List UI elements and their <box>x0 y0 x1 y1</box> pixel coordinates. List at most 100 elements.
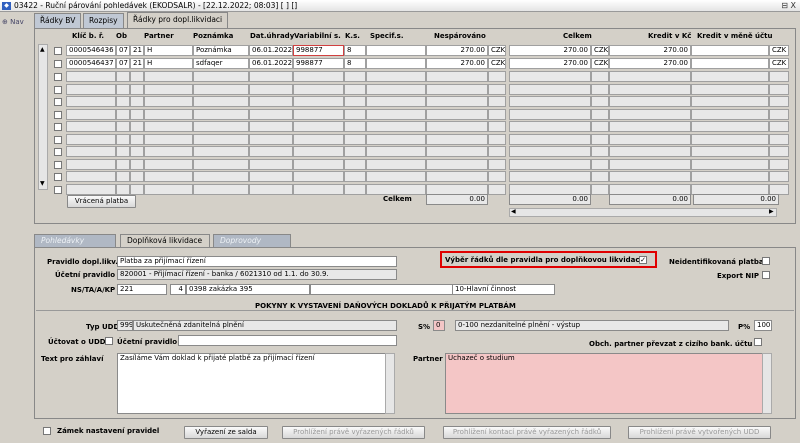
empty-cell[interactable] <box>609 121 691 132</box>
row-select-checkbox[interactable] <box>54 148 62 156</box>
empty-cell[interactable] <box>193 133 249 145</box>
empty-cell[interactable] <box>193 146 249 157</box>
empty-cell[interactable] <box>130 183 144 195</box>
empty-cell[interactable] <box>691 71 769 82</box>
cell-b[interactable]: 21 <box>130 45 144 56</box>
cell-kredit-mena[interactable] <box>691 58 769 69</box>
empty-cell[interactable] <box>591 96 609 107</box>
empty-cell[interactable] <box>193 96 249 107</box>
cell-specif[interactable] <box>366 58 426 69</box>
cell-klic[interactable]: 0000546437 <box>66 58 116 69</box>
empty-cell[interactable] <box>293 96 344 107</box>
row-select-checkbox[interactable] <box>54 85 62 94</box>
empty-cell[interactable] <box>609 83 691 95</box>
empty-cell[interactable] <box>609 96 691 107</box>
empty-cell[interactable] <box>66 171 116 182</box>
empty-cell[interactable] <box>66 108 116 120</box>
row-select-checkbox[interactable] <box>54 47 62 55</box>
empty-cell[interactable] <box>691 96 769 107</box>
empty-cell[interactable] <box>426 133 488 145</box>
empty-cell[interactable] <box>691 158 769 170</box>
empty-cell[interactable] <box>193 71 249 82</box>
empty-cell[interactable] <box>488 133 506 145</box>
empty-cell[interactable] <box>509 121 591 132</box>
empty-cell[interactable] <box>609 146 691 157</box>
cell-nesparovano[interactable]: 270.00 <box>426 58 488 69</box>
vyrazeni-ze-salda-button[interactable]: Vyřazení ze salda <box>184 426 268 439</box>
cell-kredit-mena[interactable] <box>691 45 769 56</box>
pravidlo-field[interactable]: Platba za přijímací řízení <box>117 256 397 267</box>
empty-cell[interactable] <box>509 83 591 95</box>
empty-cell[interactable] <box>609 133 691 145</box>
cell-specif[interactable] <box>366 45 426 56</box>
empty-cell[interactable] <box>144 71 193 82</box>
empty-cell[interactable] <box>509 71 591 82</box>
row-select-checkbox[interactable] <box>54 60 62 68</box>
cell-kredit[interactable]: 270.00 <box>609 58 691 69</box>
empty-cell[interactable] <box>769 133 789 145</box>
zamek-checkbox[interactable] <box>43 427 51 435</box>
row-select-checkbox[interactable] <box>54 98 62 106</box>
empty-cell[interactable] <box>366 146 426 157</box>
cell-ks[interactable]: 8 <box>344 45 366 56</box>
empty-cell[interactable] <box>488 146 506 157</box>
empty-cell[interactable] <box>130 146 144 157</box>
cell-poznamka[interactable]: sdfaqer <box>193 58 249 69</box>
empty-cell[interactable] <box>609 71 691 82</box>
empty-cell[interactable] <box>769 146 789 157</box>
empty-cell[interactable] <box>66 83 116 95</box>
cell-celkem[interactable]: 270.00 <box>509 58 591 69</box>
ta-field[interactable]: 4 <box>170 284 186 295</box>
empty-cell[interactable] <box>344 108 366 120</box>
tab-pohledavky[interactable]: Pohledávky <box>34 234 116 247</box>
empty-cell[interactable] <box>769 171 789 182</box>
cell-mena[interactable]: CZK <box>591 45 609 56</box>
empty-cell[interactable] <box>116 71 130 82</box>
empty-cell[interactable] <box>144 121 193 132</box>
tab-radky-dopl-likvidaci[interactable]: Řádky pro dopl.likvidaci <box>127 12 229 28</box>
empty-cell[interactable] <box>116 108 130 120</box>
row-select-checkbox[interactable] <box>54 185 62 194</box>
empty-cell[interactable] <box>193 83 249 95</box>
empty-cell[interactable] <box>366 183 426 195</box>
empty-cell[interactable] <box>691 183 769 195</box>
empty-cell[interactable] <box>116 171 130 182</box>
empty-cell[interactable] <box>344 146 366 157</box>
empty-cell[interactable] <box>293 83 344 95</box>
row-select-checkbox[interactable] <box>54 135 62 144</box>
empty-cell[interactable] <box>344 71 366 82</box>
a-field[interactable]: 0398 zakázka 395 <box>186 284 310 295</box>
empty-cell[interactable] <box>249 158 293 170</box>
empty-cell[interactable] <box>609 108 691 120</box>
empty-cell[interactable] <box>488 96 506 107</box>
empty-cell[interactable] <box>769 83 789 95</box>
empty-cell[interactable] <box>488 121 506 132</box>
empty-cell[interactable] <box>591 183 609 195</box>
empty-cell[interactable] <box>591 83 609 95</box>
empty-cell[interactable] <box>769 183 789 195</box>
obch-partner-checkbox[interactable] <box>754 338 762 346</box>
cell-a[interactable]: 07 <box>116 58 130 69</box>
empty-cell[interactable] <box>691 108 769 120</box>
empty-cell[interactable] <box>426 171 488 182</box>
empty-cell[interactable] <box>293 108 344 120</box>
empty-cell[interactable] <box>193 171 249 182</box>
cell-ks[interactable]: 8 <box>344 58 366 69</box>
empty-cell[interactable] <box>769 121 789 132</box>
empty-cell[interactable] <box>116 158 130 170</box>
uctovat-udd-checkbox[interactable] <box>105 337 113 345</box>
empty-cell[interactable] <box>130 133 144 145</box>
empty-cell[interactable] <box>509 146 591 157</box>
kp-field[interactable]: 10-Hlavní činnost <box>452 284 555 295</box>
empty-cell[interactable] <box>344 83 366 95</box>
vracena-platba-button[interactable]: Vrácená platba <box>67 195 136 208</box>
empty-cell[interactable] <box>144 96 193 107</box>
empty-cell[interactable] <box>426 108 488 120</box>
empty-cell[interactable] <box>366 133 426 145</box>
empty-cell[interactable] <box>293 146 344 157</box>
p-percent-field[interactable]: 100 <box>754 320 772 331</box>
cell-a[interactable]: 07 <box>116 45 130 56</box>
empty-cell[interactable] <box>249 71 293 82</box>
cell-mena[interactable]: CZK <box>488 58 506 69</box>
empty-cell[interactable] <box>591 71 609 82</box>
